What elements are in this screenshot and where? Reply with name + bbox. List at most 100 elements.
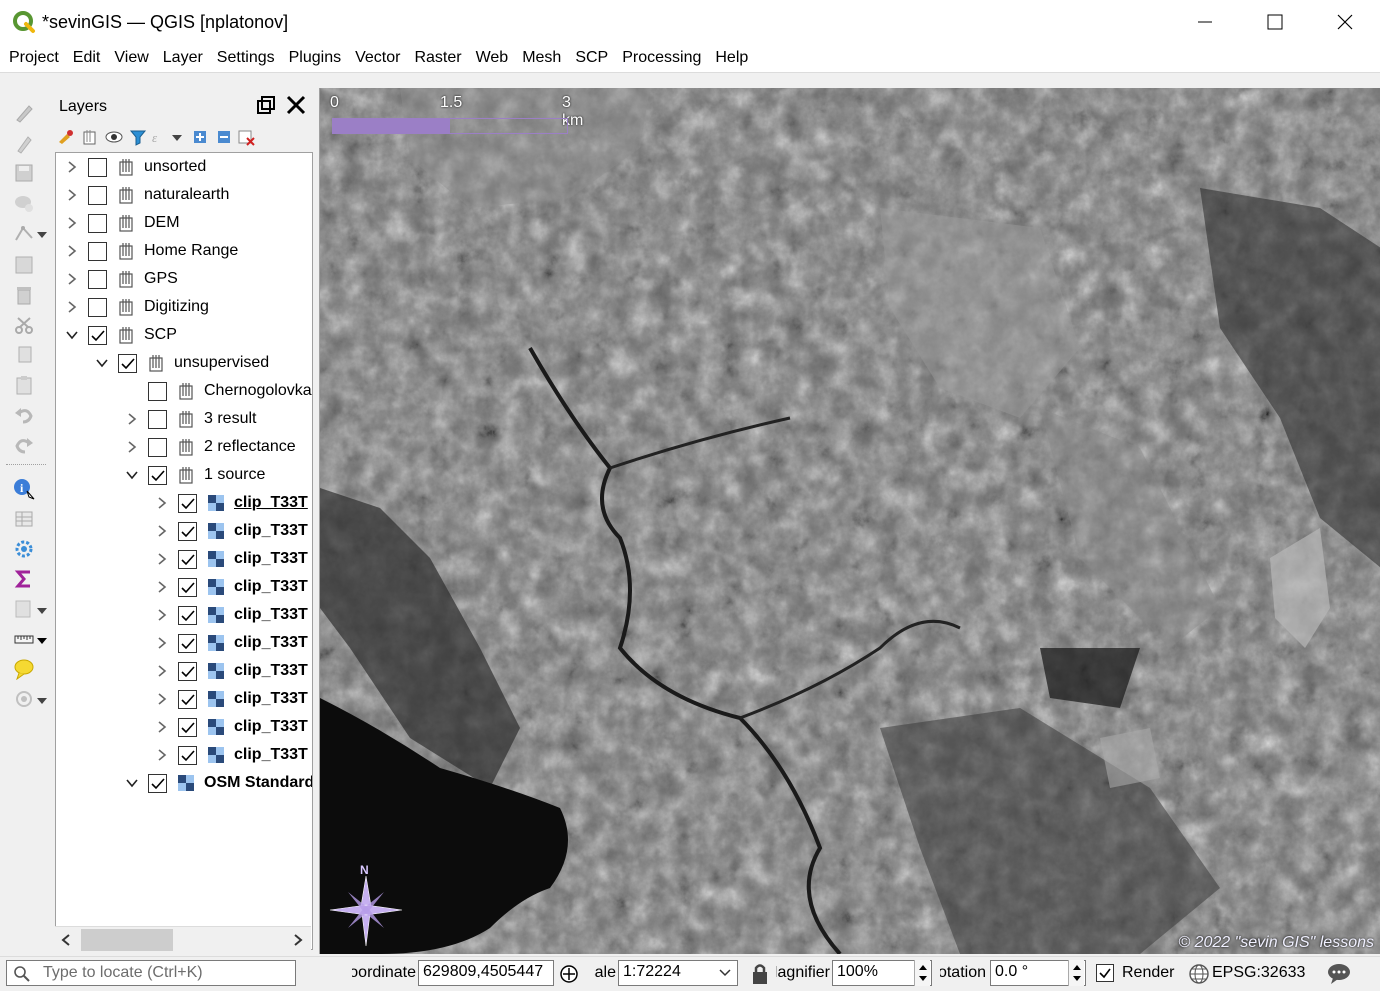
chevron-right-icon[interactable] xyxy=(291,933,305,947)
menu-layer[interactable]: Layer xyxy=(156,44,210,72)
layer-visibility-checkbox[interactable] xyxy=(118,354,137,373)
statistical-summary-button[interactable] xyxy=(10,566,38,592)
chevron-right-icon[interactable] xyxy=(156,581,168,593)
menu-edit[interactable]: Edit xyxy=(66,44,108,72)
chevron-down-icon[interactable] xyxy=(96,357,108,369)
chevron-left-icon[interactable] xyxy=(59,933,73,947)
scrollbar-thumb[interactable] xyxy=(81,929,173,951)
layer-visibility-checkbox[interactable] xyxy=(148,410,167,429)
chevron-down-icon[interactable] xyxy=(126,777,138,789)
measure-line-button[interactable] xyxy=(10,626,38,652)
layer-visibility-checkbox[interactable] xyxy=(178,746,197,765)
layer-visibility-checkbox[interactable] xyxy=(88,270,107,289)
menu-mesh[interactable]: Mesh xyxy=(515,44,568,72)
layer-visibility-checkbox[interactable] xyxy=(88,214,107,233)
add-group-icon[interactable] xyxy=(81,128,99,146)
crs-button[interactable]: EPSG:32633 xyxy=(1212,964,1305,982)
menu-web[interactable]: Web xyxy=(469,44,516,72)
layer-group-item[interactable]: unsorted xyxy=(56,153,312,181)
layer-visibility-checkbox[interactable] xyxy=(178,578,197,597)
locator-bar[interactable] xyxy=(6,960,296,986)
redo-button[interactable] xyxy=(10,432,38,458)
chevron-right-icon[interactable] xyxy=(66,245,78,257)
rotation-spinner[interactable] xyxy=(1068,960,1084,986)
chevron-right-icon[interactable] xyxy=(156,609,168,621)
collapse-all-icon[interactable] xyxy=(215,128,233,146)
remove-layer-icon[interactable] xyxy=(237,128,255,146)
layer-item[interactable]: clip_T33T xyxy=(56,713,312,741)
menu-vector[interactable]: Vector xyxy=(348,44,407,72)
delete-selected-button[interactable] xyxy=(10,282,38,308)
layer-visibility-checkbox[interactable] xyxy=(88,158,107,177)
menu-help[interactable]: Help xyxy=(708,44,755,72)
layer-visibility-checkbox[interactable] xyxy=(178,718,197,737)
chevron-right-icon[interactable] xyxy=(156,553,168,565)
layer-group-item[interactable]: Chernogolovka xyxy=(56,377,312,405)
layer-visibility-checkbox[interactable] xyxy=(88,298,107,317)
chevron-right-icon[interactable] xyxy=(66,217,78,229)
vertex-tool-button[interactable] xyxy=(10,220,38,246)
lock-icon[interactable] xyxy=(750,962,770,986)
chevron-right-icon[interactable] xyxy=(156,665,168,677)
layer-visibility-checkbox[interactable] xyxy=(178,550,197,569)
layer-group-item[interactable]: 2 reflectance xyxy=(56,433,312,461)
chevron-right-icon[interactable] xyxy=(156,637,168,649)
filter-legend-icon[interactable] xyxy=(129,128,147,146)
layer-visibility-checkbox[interactable] xyxy=(178,634,197,653)
layer-item[interactable]: clip_T33T xyxy=(56,545,312,573)
layer-item[interactable]: clip_T33T xyxy=(56,601,312,629)
chevron-right-icon[interactable] xyxy=(66,301,78,313)
messages-icon[interactable] xyxy=(1326,962,1352,986)
select-features-button[interactable] xyxy=(10,596,38,622)
chevron-down-icon[interactable] xyxy=(36,230,48,240)
layer-visibility-checkbox[interactable] xyxy=(178,662,197,681)
layer-item[interactable]: clip_T33T xyxy=(56,573,312,601)
undo-button[interactable] xyxy=(10,402,38,428)
layer-item[interactable]: clip_T33T xyxy=(56,685,312,713)
identify-features-button[interactable]: i xyxy=(10,476,38,502)
layer-visibility-checkbox[interactable] xyxy=(148,774,167,793)
copy-features-button[interactable] xyxy=(10,342,38,368)
chevron-right-icon[interactable] xyxy=(66,273,78,285)
minimize-button[interactable] xyxy=(1170,0,1240,44)
cut-features-button[interactable] xyxy=(10,312,38,338)
toggle-extents-icon[interactable] xyxy=(558,963,580,985)
layer-group-item[interactable]: 3 result xyxy=(56,405,312,433)
layer-tree-hscrollbar[interactable] xyxy=(55,926,311,952)
map-canvas[interactable]: 0 1.5 3 km N © 2022 "sevin GIS" lessons xyxy=(319,88,1380,954)
layer-visibility-checkbox[interactable] xyxy=(148,466,167,485)
layer-group-item[interactable]: 1 source xyxy=(56,461,312,489)
layer-visibility-checkbox[interactable] xyxy=(178,522,197,541)
render-checkbox[interactable] xyxy=(1096,964,1114,982)
layer-group-item[interactable]: GPS xyxy=(56,265,312,293)
layer-item[interactable]: clip_T33T xyxy=(56,629,312,657)
toggle-editing-button[interactable] xyxy=(10,100,38,126)
layer-visibility-checkbox[interactable] xyxy=(88,186,107,205)
chevron-down-icon[interactable] xyxy=(171,128,183,146)
layer-visibility-checkbox[interactable] xyxy=(148,382,167,401)
menu-settings[interactable]: Settings xyxy=(210,44,282,72)
manage-visibility-icon[interactable] xyxy=(105,128,123,146)
chevron-right-icon[interactable] xyxy=(156,749,168,761)
add-feature-button[interactable] xyxy=(10,190,38,216)
layer-visibility-checkbox[interactable] xyxy=(178,606,197,625)
save-edits-button[interactable] xyxy=(10,160,38,186)
layer-item[interactable]: OSM Standard xyxy=(56,769,312,797)
filter-expression-icon[interactable]: ε xyxy=(151,128,169,146)
open-attribute-table-button[interactable] xyxy=(10,506,38,532)
layer-group-item[interactable]: unsupervised xyxy=(56,349,312,377)
chevron-right-icon[interactable] xyxy=(66,189,78,201)
chevron-down-icon[interactable] xyxy=(36,636,48,646)
menu-processing[interactable]: Processing xyxy=(615,44,708,72)
chevron-right-icon[interactable] xyxy=(156,525,168,537)
chevron-down-icon[interactable] xyxy=(719,969,731,977)
chevron-right-icon[interactable] xyxy=(156,693,168,705)
layer-item[interactable]: clip_T33T xyxy=(56,657,312,685)
expand-all-icon[interactable] xyxy=(191,128,209,146)
settings-tool-button[interactable] xyxy=(10,536,38,562)
layer-visibility-checkbox[interactable] xyxy=(148,438,167,457)
paste-features-button[interactable] xyxy=(10,372,38,398)
chevron-down-icon[interactable] xyxy=(66,329,78,341)
float-panel-icon[interactable] xyxy=(255,94,277,116)
layer-item[interactable]: clip_T33T xyxy=(56,517,312,545)
